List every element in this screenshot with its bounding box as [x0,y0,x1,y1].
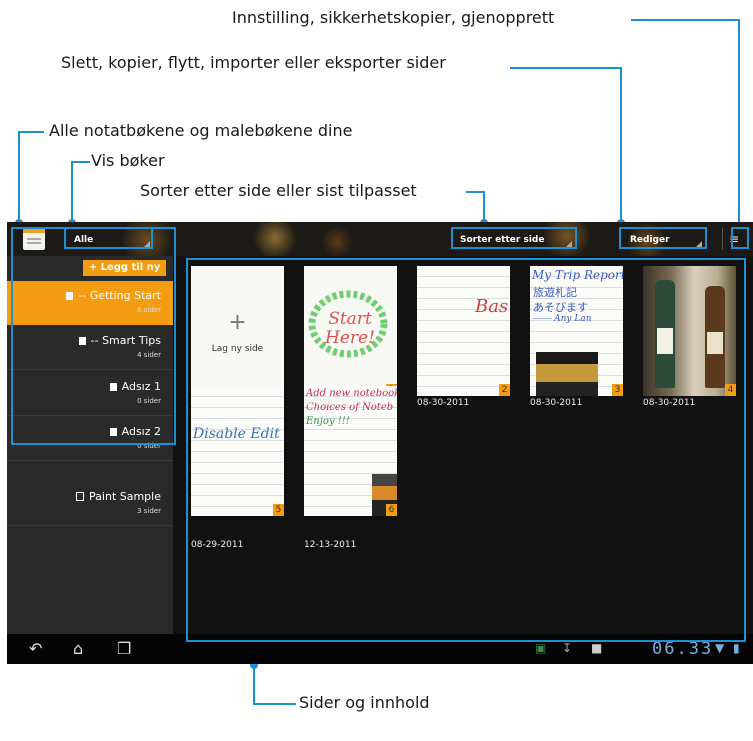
leader-line [18,131,44,133]
highlight-filter-spinner [64,227,153,249]
book-title: Paint Sample [89,490,161,503]
highlight-books-sidebar [11,227,176,445]
recent-apps-icon[interactable]: ❐ [117,639,131,659]
download-icon[interactable]: ↧ [562,641,572,655]
callout-settings: Innstilling, sikkerhetskopier, gjenoppre… [232,8,555,27]
leader-line [253,665,255,705]
callout-edit-pages: Slett, kopier, flytt, importer eller eks… [61,53,446,72]
callout-show-books: Vis bøker [91,151,165,170]
callout-pages-content: Sider og innhold [299,693,430,712]
highlight-sort-spinner [451,227,577,249]
leader-line [71,161,90,163]
home-icon[interactable]: ⌂ [73,639,83,659]
highlight-edit-spinner [619,227,707,249]
leader-line [253,703,296,705]
leader-line [631,19,740,21]
callout-all-books: Alle notatbøkene og malebøkene dine [49,121,353,140]
book-item-paint-sample[interactable]: Paint Sample 3 sider [7,482,173,526]
lock-icon: ■ [591,641,603,655]
highlight-menu [731,227,749,249]
leader-line [18,131,20,223]
leader-line [510,67,622,69]
divider [722,228,723,250]
callout-sort: Sorter etter side eller sist tilpasset [140,181,417,200]
gallery-icon[interactable]: ▣ [535,641,546,655]
battery-icon: ▮ [733,641,740,655]
highlight-pages-grid [186,258,746,642]
leader-line [738,19,740,229]
book-page-count: 3 sider [137,507,161,515]
leader-line [71,161,73,223]
back-icon[interactable]: ↶ [29,639,42,659]
clock: 06.33 [652,639,714,659]
paintbook-icon [76,492,85,501]
wifi-icon: ▼ [715,641,725,655]
leader-line [620,67,622,223]
